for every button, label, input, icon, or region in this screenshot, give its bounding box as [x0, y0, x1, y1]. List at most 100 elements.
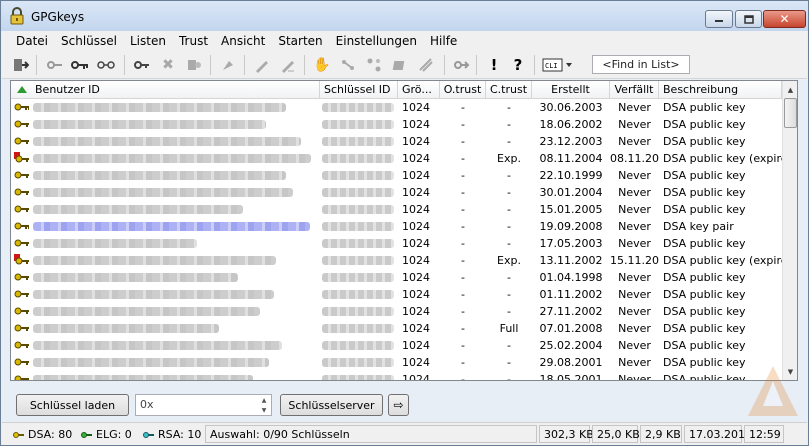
delete-key-icon[interactable]: ✖: [158, 55, 178, 75]
list-item[interactable]: 1024 - - 23.12.2003 Never DSA public key: [11, 133, 782, 150]
import-key-icon[interactable]: [70, 55, 90, 75]
minimize-button[interactable]: [705, 10, 733, 28]
owner-trust-cell: -: [461, 101, 465, 114]
col-benutzer-id[interactable]: Benutzer ID: [11, 81, 320, 99]
photo-icon[interactable]: [390, 55, 410, 75]
key-icon: [14, 171, 29, 179]
keyserver-button[interactable]: Schlüsselserver: [280, 394, 383, 416]
menu-ansicht[interactable]: Ansicht: [217, 34, 269, 48]
list-item[interactable]: 1024 - - 30.01.2004 Never DSA public key: [11, 184, 782, 201]
expires-date-cell: Never: [618, 101, 651, 114]
menu-datei[interactable]: Datei: [12, 34, 52, 48]
load-keys-button[interactable]: Schlüssel laden: [16, 394, 129, 416]
spin-up-icon[interactable]: ▲: [257, 395, 271, 405]
list-item[interactable]: 1024 - - 25.02.2004 Never DSA public key: [11, 337, 782, 354]
owner-trust-cell: -: [461, 288, 465, 301]
key-size-cell: 1024: [402, 203, 430, 216]
key-id-redacted: [322, 154, 394, 163]
command-line-icon[interactable]: CLI: [542, 55, 574, 75]
key-id-redacted: [322, 239, 394, 248]
col-beschreibung[interactable]: Beschreibung: [659, 81, 782, 99]
calc-trust-cell: Exp.: [497, 254, 521, 267]
expires-date-cell: Never: [618, 220, 651, 233]
calc-trust-cell: -: [507, 305, 511, 318]
alert-icon[interactable]: !: [484, 55, 504, 75]
user-id-redacted: [33, 120, 266, 129]
key-size-cell: 1024: [402, 101, 430, 114]
scroll-up-icon[interactable]: ▲: [783, 81, 797, 98]
list-item[interactable]: 1024- -29.08.2001 Never DSA public key: [11, 354, 782, 371]
status-dsa: DSA: 80: [8, 425, 78, 443]
spin-down-icon[interactable]: ▼: [257, 405, 271, 415]
key-size-cell: 1024: [402, 254, 430, 267]
calc-trust-cell: -: [507, 203, 511, 216]
open-keyring-icon[interactable]: [10, 55, 30, 75]
list-item[interactable]: 1024 - Full 07.01.2008 Never DSA public key: [11, 320, 782, 337]
export-key-icon[interactable]: [45, 55, 65, 75]
list-item[interactable]: 1024- -18.05.2001 Never DSA public key: [11, 371, 782, 380]
maximize-icon: [743, 14, 754, 24]
col-erstellt[interactable]: Erstellt: [532, 81, 610, 99]
title-bar[interactable]: GPGkeys ✕: [1, 1, 808, 31]
keyserver-icon[interactable]: [338, 55, 358, 75]
menu-listen[interactable]: Listen: [126, 34, 170, 48]
expires-date-cell: Never: [618, 169, 651, 182]
list-item[interactable]: 1024 - - 18.06.2002 Never DSA public key: [11, 116, 782, 133]
list-item[interactable]: 1024 - - 30.06.2003 Never DSA public key: [11, 99, 782, 116]
list-item[interactable]: 1024 - - 22.10.1999 Never DSA public key: [11, 167, 782, 184]
key-id-redacted: [322, 137, 394, 146]
list-item[interactable]: 1024 - - 19.09.2008 Never DSA key pair: [11, 218, 782, 235]
pen-sign-icon[interactable]: [278, 55, 298, 75]
description-cell: DSA public key: [663, 271, 746, 284]
list-item[interactable]: 1024 - - 27.11.2002 Never DSA public key: [11, 303, 782, 320]
vertical-scrollbar[interactable]: ▲ ▼: [782, 81, 797, 380]
revoke-key-icon[interactable]: [218, 55, 238, 75]
key-pair-icon[interactable]: [96, 55, 116, 75]
sign-key-icon[interactable]: [132, 55, 152, 75]
list-item[interactable]: 1024 - - 01.04.1998 Never DSA public key: [11, 269, 782, 286]
key-cyan-icon: [143, 432, 154, 438]
description-cell: DSA public key: [663, 288, 746, 301]
maximize-button[interactable]: [735, 10, 762, 28]
pen-icon[interactable]: [252, 55, 272, 75]
key-size-cell: 1024: [402, 271, 430, 284]
find-in-list-input[interactable]: <Find in List>: [592, 55, 690, 74]
list-item[interactable]: 1024 - Exp. 08.11.2004 08.11.2005 DSA public …: [11, 150, 782, 167]
col-ctrust[interactable]: C.trust: [486, 81, 532, 99]
list-header: Benutzer ID Schlüssel ID Grö... O.trust …: [11, 81, 782, 99]
menu-starten[interactable]: Starten: [274, 34, 326, 48]
menu-hilfe[interactable]: Hilfe: [426, 34, 461, 48]
edit-key-icon[interactable]: [184, 55, 204, 75]
menu-einstellungen[interactable]: Einstellungen: [332, 34, 421, 48]
key-id-redacted: [322, 324, 394, 333]
owner-trust-cell: -: [461, 152, 465, 165]
close-button[interactable]: ✕: [763, 10, 806, 28]
help-icon[interactable]: ?: [508, 55, 528, 75]
encrypt-icon[interactable]: [452, 55, 472, 75]
col-groesse[interactable]: Grö...: [398, 81, 440, 99]
expires-date-cell: Never: [618, 203, 651, 216]
col-verfaellt[interactable]: Verfällt: [610, 81, 659, 99]
key-list[interactable]: Benutzer ID Schlüssel ID Grö... O.trust …: [10, 80, 798, 381]
list-item[interactable]: 1024 - - 17.05.2003 Never DSA public key: [11, 235, 782, 252]
hand-icon[interactable]: ✋: [312, 55, 332, 75]
key-id-spin-input[interactable]: 0x ▲ ▼: [135, 394, 272, 416]
group-icon[interactable]: [364, 55, 384, 75]
trust-icon[interactable]: [416, 55, 436, 75]
key-id-redacted: [322, 290, 394, 299]
menu-trust[interactable]: Trust: [175, 34, 212, 48]
menu-schluessel[interactable]: Schlüssel: [57, 34, 121, 48]
go-arrow-button[interactable]: ⇨: [388, 394, 409, 416]
scroll-thumb[interactable]: [784, 98, 797, 128]
list-item[interactable]: 1024 - - 01.11.2002 Never DSA public key: [11, 286, 782, 303]
key-icon: [14, 290, 29, 298]
col-otrust[interactable]: O.trust: [440, 81, 486, 99]
key-icon: [14, 205, 29, 213]
description-cell: DSA public key: [663, 237, 746, 250]
col-schluessel-id[interactable]: Schlüssel ID: [320, 81, 398, 99]
list-item[interactable]: 1024 - Exp. 13.11.2002 15.11.2006 DSA public …: [11, 252, 782, 269]
created-date-cell: 27.11.2002: [539, 305, 603, 318]
list-item[interactable]: 1024 - - 15.01.2005 Never DSA public key: [11, 201, 782, 218]
user-id-redacted: [33, 375, 253, 380]
description-cell: DSA public key: [663, 339, 746, 352]
